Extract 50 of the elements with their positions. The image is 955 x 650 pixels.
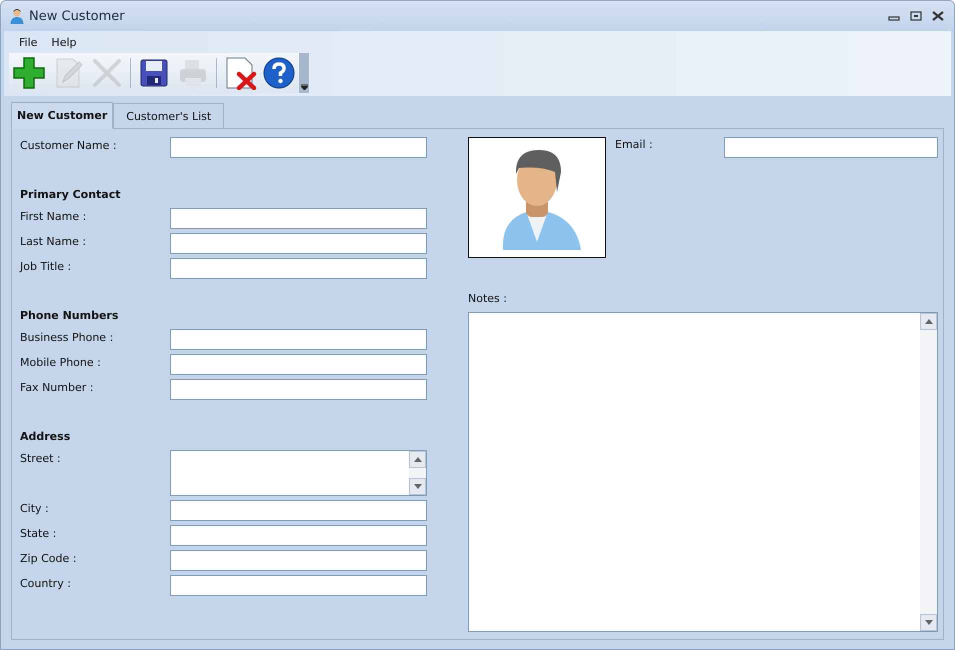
down-arrow-icon <box>924 620 932 625</box>
input-field[interactable] <box>724 137 938 158</box>
down-arrow-icon <box>414 484 422 489</box>
close-icon[interactable] <box>932 11 944 21</box>
field-label: Customer Name : <box>20 138 118 154</box>
field-label: Street : <box>20 451 62 467</box>
input-field[interactable] <box>170 208 427 229</box>
field-label: Fax Number : <box>20 380 94 396</box>
toolbar-overflow-button[interactable] <box>299 53 309 93</box>
section-heading: Primary Contact <box>20 187 122 203</box>
tab[interactable]: New Customer <box>11 102 114 129</box>
up-arrow-icon <box>924 319 932 324</box>
dropdown-arrow-icon <box>300 84 308 90</box>
scroll-up-button[interactable] <box>409 451 426 468</box>
section-heading: Address <box>20 429 72 445</box>
input-field[interactable] <box>170 329 427 350</box>
input-field[interactable] <box>170 500 427 521</box>
restore-icon[interactable] <box>910 11 922 21</box>
input-field[interactable] <box>170 258 427 279</box>
window-title: New Customer <box>29 8 125 24</box>
field-label: Job Title : <box>20 259 72 275</box>
field-label: Email : <box>615 137 654 151</box>
field-label: Zip Code : <box>20 551 78 567</box>
person-icon <box>9 8 25 24</box>
text-area[interactable] <box>170 450 427 496</box>
input-field[interactable] <box>170 550 427 571</box>
section-heading: Phone Numbers <box>20 308 120 324</box>
input-field[interactable] <box>170 575 427 596</box>
field-label: City : <box>20 501 50 517</box>
scroll-up-button[interactable] <box>920 313 937 330</box>
field-label: Country : <box>20 576 72 592</box>
field-label: Business Phone : <box>20 330 114 346</box>
field-label: First Name : <box>20 209 88 225</box>
input-field[interactable] <box>170 233 427 254</box>
up-arrow-icon <box>414 457 422 462</box>
add-icon[interactable] <box>11 55 47 91</box>
help-icon[interactable] <box>261 55 297 91</box>
input-field[interactable] <box>170 379 427 400</box>
tab[interactable]: Customer's List <box>113 103 224 128</box>
input-field[interactable] <box>170 137 427 158</box>
input-field[interactable] <box>170 525 427 546</box>
scroll-down-button[interactable] <box>920 614 937 631</box>
field-label: Notes : <box>468 292 508 306</box>
field-label: State : <box>20 526 58 542</box>
field-label: Mobile Phone : <box>20 355 102 371</box>
scroll-down-button[interactable] <box>409 478 426 495</box>
input-field[interactable] <box>170 354 427 375</box>
menu-item[interactable]: File <box>12 34 44 50</box>
menu-item[interactable]: Help <box>44 34 84 50</box>
field-label: Last Name : <box>20 234 88 250</box>
